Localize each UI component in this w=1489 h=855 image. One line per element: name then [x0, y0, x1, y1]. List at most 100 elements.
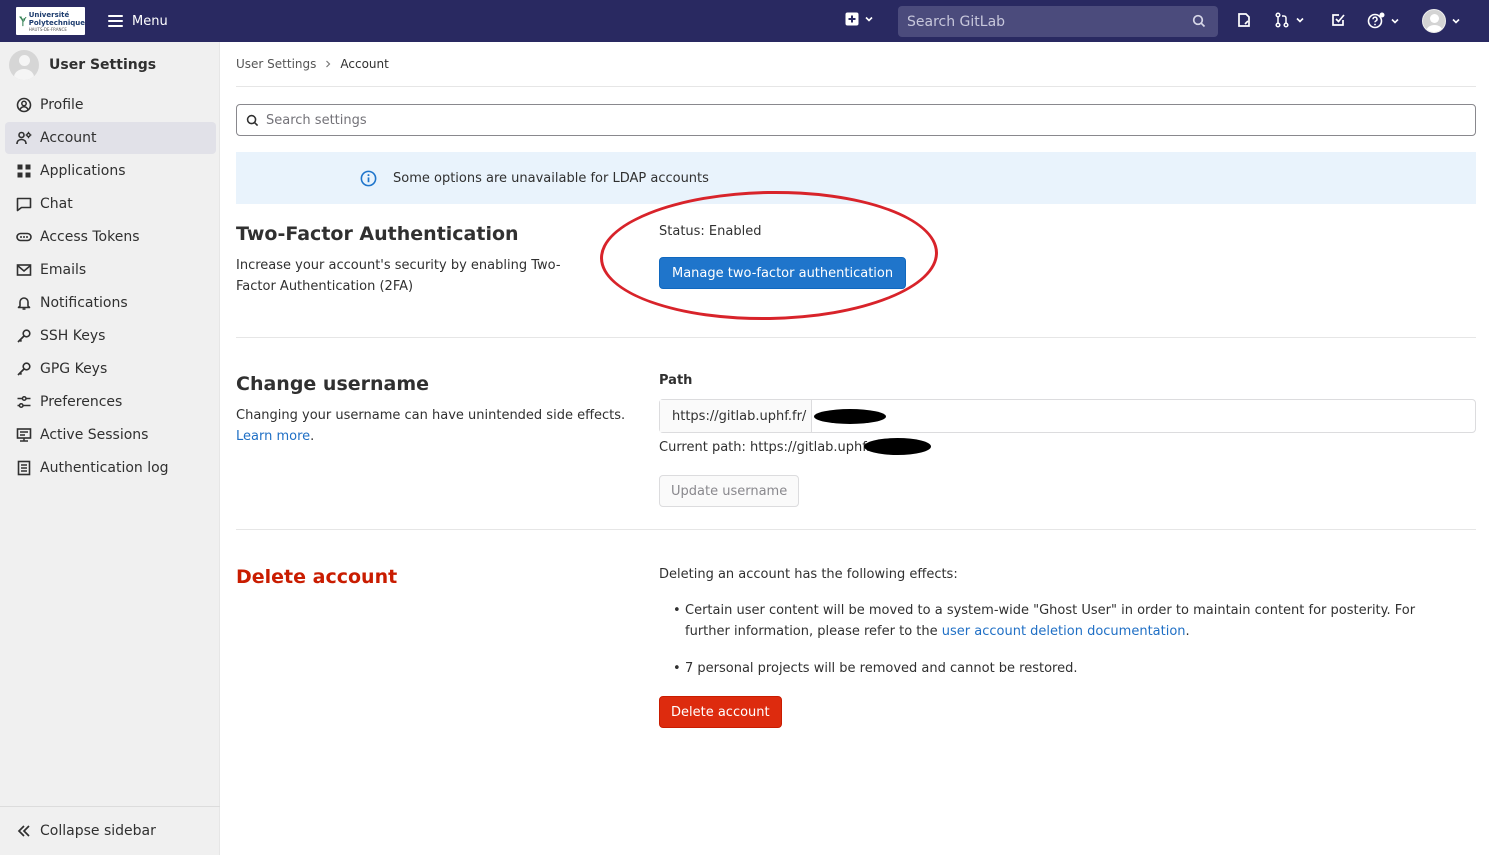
sidebar-item-ssh-keys[interactable]: SSH Keys: [5, 320, 216, 352]
sidebar-item-emails[interactable]: Emails: [5, 254, 216, 286]
sidebar-item-label: Applications: [40, 163, 126, 179]
todo-done-icon: [1332, 14, 1345, 26]
update-username-button[interactable]: Update username: [659, 475, 800, 507]
sidebar-item-authentication-log[interactable]: Authentication log: [5, 452, 216, 484]
chevron-down-icon: [1296, 17, 1304, 23]
log-icon: [17, 460, 31, 476]
help-button[interactable]: [1367, 12, 1400, 30]
menu-label: Menu: [132, 13, 168, 29]
delete-account-intro: Deleting an account has the following ef…: [659, 567, 958, 582]
period-text: .: [310, 429, 315, 444]
breadcrumb-divider: [236, 86, 1476, 87]
delete-account-title: Delete account: [236, 566, 398, 588]
merge-request-icon: [1275, 12, 1289, 28]
sidebar-item-chat[interactable]: Chat: [5, 188, 216, 220]
search-settings-field[interactable]: [236, 104, 1476, 136]
todos-button[interactable]: [1330, 12, 1346, 28]
delete-account-button[interactable]: Delete account: [659, 696, 782, 728]
two-factor-description: Increase your account's security by enab…: [236, 258, 561, 294]
redacted-username: [814, 409, 886, 424]
chevron-down-icon: [1391, 18, 1399, 24]
search-gitlab-placeholder: Search GitLab: [907, 13, 1006, 30]
university-logo[interactable]: Université Polytechnique HAUTS-DE-FRANCE: [16, 7, 85, 35]
logo-line-2: Polytechnique: [28, 18, 85, 27]
search-settings-input[interactable]: [266, 112, 1446, 128]
change-username-title: Change username: [236, 373, 430, 395]
breadcrumb-parent-link[interactable]: User Settings: [236, 57, 316, 71]
search-icon: [246, 114, 259, 126]
sidebar-item-profile[interactable]: Profile: [5, 89, 216, 121]
chat-icon: [16, 197, 32, 212]
sidebar-item-label: Chat: [40, 196, 73, 212]
new-dropdown-button[interactable]: [845, 12, 874, 26]
username-input[interactable]: [812, 400, 1475, 432]
menu-button[interactable]: Menu: [108, 11, 168, 31]
sidebar-avatar: [9, 50, 39, 80]
token-icon: [16, 232, 32, 242]
deletion-documentation-link[interactable]: user account deletion documentation: [942, 624, 1186, 639]
alert-text: Some options are unavailable for LDAP ac…: [393, 170, 709, 186]
user-avatar: [1422, 9, 1446, 33]
delete-effect-ghost-user: Certain user content will be moved to a …: [673, 600, 1455, 642]
issues-button[interactable]: [1236, 12, 1252, 28]
sidebar-item-label: Authentication log: [40, 460, 169, 476]
sidebar-item-gpg-keys[interactable]: GPG Keys: [5, 353, 216, 385]
sidebar-header[interactable]: User Settings: [9, 50, 156, 80]
question-icon: [1367, 12, 1385, 29]
change-username-text: Changing your username can have unintend…: [236, 408, 626, 423]
ldap-info-alert: Some options are unavailable for LDAP ac…: [236, 152, 1476, 204]
delete-effect-projects: 7 personal projects will be removed and …: [673, 658, 1455, 679]
sidebar-item-label: Notifications: [40, 295, 128, 311]
search-gitlab-input[interactable]: Search GitLab: [898, 6, 1218, 37]
monitor-icon: [16, 428, 32, 442]
plus-square-icon: [845, 12, 859, 26]
collapse-sidebar-button[interactable]: Collapse sidebar: [0, 806, 220, 855]
learn-more-link[interactable]: Learn more: [236, 429, 310, 444]
issues-icon: [1238, 13, 1250, 27]
path-label: Path: [659, 373, 693, 388]
sidebar-item-applications[interactable]: Applications: [5, 155, 216, 187]
logo-text: Université Polytechnique HAUTS-DE-FRANCE: [29, 11, 85, 32]
sidebar-item-notifications[interactable]: Notifications: [5, 287, 216, 319]
key-icon: [17, 362, 31, 376]
user-menu-button[interactable]: [1422, 9, 1461, 33]
manage-two-factor-button[interactable]: Manage two-factor authentication: [659, 257, 907, 289]
logo-line-1: Université: [28, 10, 70, 19]
sidebar-item-account[interactable]: Account: [5, 122, 216, 154]
path-input-group: https://gitlab.uphf.fr/: [659, 399, 1476, 433]
current-path-text: Current path: https://gitlab.uphf.fr: [659, 440, 880, 455]
path-prefix: https://gitlab.uphf.fr/: [660, 400, 812, 432]
two-factor-title: Two-Factor Authentication: [236, 223, 519, 245]
profile-icon: [16, 97, 32, 113]
change-username-description: Changing your username can have unintend…: [236, 405, 636, 447]
breadcrumb-current[interactable]: Account: [340, 57, 388, 71]
applications-icon: [17, 164, 31, 178]
sidebar-item-access-tokens[interactable]: Access Tokens: [5, 221, 216, 253]
preferences-icon: [17, 395, 31, 409]
chevron-down-icon: [1452, 18, 1460, 24]
sidebar-item-label: Access Tokens: [40, 229, 140, 245]
sidebar-item-label: Account: [40, 130, 97, 146]
sidebar-item-label: GPG Keys: [40, 361, 108, 377]
sidebar-item-label: Profile: [40, 97, 84, 113]
sidebar-item-active-sessions[interactable]: Active Sessions: [5, 419, 216, 451]
top-navbar: Université Polytechnique HAUTS-DE-FRANCE…: [0, 0, 1489, 42]
sidebar-item-label: SSH Keys: [40, 328, 106, 344]
logo-mark-icon: [19, 16, 27, 27]
info-icon: [360, 170, 377, 186]
account-icon: [16, 131, 32, 145]
sidebar-item-label: Emails: [40, 262, 87, 278]
search-icon: [1192, 14, 1206, 28]
redacted-current-path: [864, 438, 931, 455]
sidebar-item-preferences[interactable]: Preferences: [5, 386, 216, 418]
merge-requests-button[interactable]: [1274, 12, 1305, 28]
two-factor-status: Status: Enabled: [659, 224, 762, 239]
hamburger-icon: [108, 15, 123, 27]
chevron-right-icon: [326, 60, 331, 68]
settings-sidebar: User Settings Profile Account Applicatio…: [0, 42, 220, 855]
breadcrumb: User Settings Account: [236, 57, 389, 71]
sidebar-title: User Settings: [49, 57, 157, 73]
collapse-sidebar-label: Collapse sidebar: [40, 823, 156, 839]
chevron-double-left-icon: [17, 825, 30, 837]
sidebar-item-label: Preferences: [40, 394, 123, 410]
